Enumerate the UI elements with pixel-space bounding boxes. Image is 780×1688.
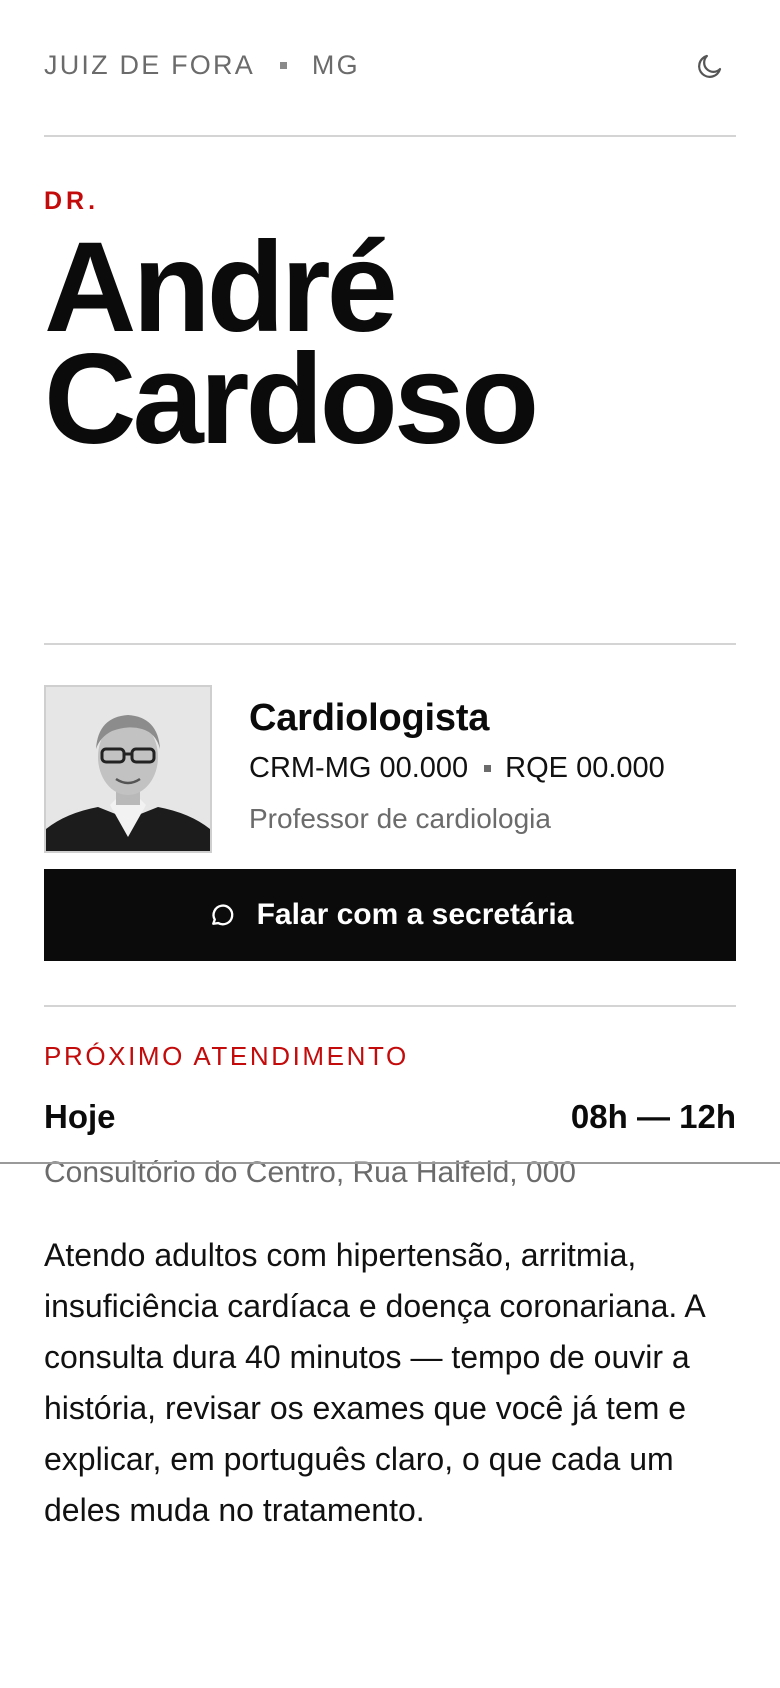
registry-numbers: CRM-MG 00.000 RQE 00.000	[249, 752, 665, 785]
location: JUIZ DE FORA MG	[44, 50, 360, 81]
rqe-number: RQE 00.000	[505, 752, 665, 784]
location-separator	[279, 62, 287, 69]
section-divider	[0, 1162, 780, 1164]
theme-toggle-button[interactable]	[690, 46, 730, 86]
next-appointment-label: PRÓXIMO ATENDIMENTO	[44, 1041, 409, 1071]
registry-separator	[484, 765, 492, 772]
chat-bubble-icon	[207, 900, 237, 930]
moon-icon	[698, 54, 722, 78]
profile-row: Cardiologista CRM-MG 00.000 RQE 00.000 P…	[44, 645, 736, 857]
location-state: MG	[311, 50, 360, 80]
name-prefix: DR.	[44, 187, 100, 215]
next-appointment-day: Hoje	[44, 1098, 116, 1135]
doctor-role: Professor de cardiologia	[249, 803, 551, 834]
doctor-name: André Cardoso	[44, 224, 736, 471]
top-bar: JUIZ DE FORA MG	[44, 0, 736, 137]
contact-secretary-button[interactable]: Falar com a secretária	[44, 869, 736, 961]
contact-secretary-label: Falar com a secretária	[256, 898, 574, 931]
doctor-photo	[44, 685, 212, 853]
name-block: DR. André Cardoso	[44, 137, 736, 645]
page: JUIZ DE FORA MG DR. André Cardoso Cardio…	[0, 0, 780, 1688]
about-text: Atendo adultos com hipertensão, arritmia…	[44, 1237, 704, 1528]
location-city: JUIZ DE FORA	[44, 50, 255, 80]
specialty: Cardiologista	[249, 697, 490, 739]
crm-number: CRM-MG 00.000	[249, 752, 469, 784]
portrait-image	[46, 687, 210, 851]
content-wrapper: JUIZ DE FORA MG DR. André Cardoso Cardio…	[0, 0, 780, 1190]
next-appointment-hours: 08h — 12h	[570, 1098, 736, 1135]
profile-info: Cardiologista CRM-MG 00.000 RQE 00.000 P…	[249, 685, 665, 857]
next-appointment-row: Hoje 08h — 12h	[44, 1098, 736, 1136]
doctor-last-name: Cardoso	[44, 328, 539, 471]
